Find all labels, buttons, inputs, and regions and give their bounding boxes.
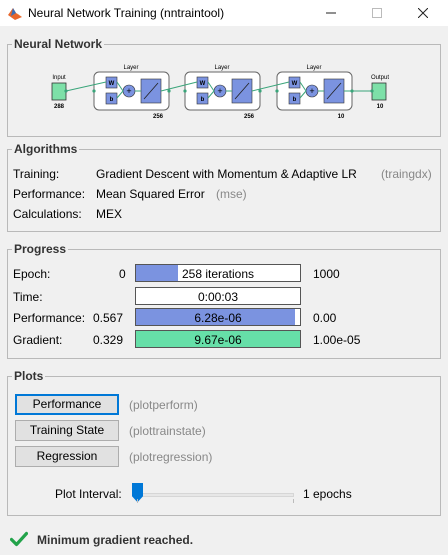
- epoch-end: 1000: [313, 267, 340, 281]
- minimize-button[interactable]: [308, 0, 354, 26]
- training-value: Gradient Descent with Momentum & Adaptiv…: [96, 167, 357, 181]
- performance-value: 6.28e-06: [194, 311, 242, 325]
- plot-training-state-code: (plottrainstate): [129, 424, 206, 438]
- performance-end: 0.00: [313, 311, 337, 325]
- plot-performance-button[interactable]: Performance: [15, 394, 119, 415]
- slider-tick: [137, 499, 138, 503]
- time-label: Time:: [13, 290, 43, 304]
- window-title: Neural Network Training (nntraintool): [28, 6, 225, 20]
- calculations-label: Calculations:: [13, 207, 82, 221]
- epoch-start: 0: [119, 267, 126, 281]
- algorithms-panel: Algorithms Training: Gradient Descent wi…: [7, 142, 441, 232]
- gradient-value: 9.67e-06: [194, 333, 242, 347]
- input-label: Input: [52, 75, 66, 81]
- weight-label: W: [200, 81, 206, 87]
- layer-label: Layer: [123, 65, 138, 71]
- output-size: 10: [377, 104, 384, 110]
- plot-training-state-button[interactable]: Training State: [15, 420, 119, 441]
- time-value: 0:00:03: [197, 290, 239, 304]
- progress-section-title: Progress: [12, 242, 69, 256]
- plot-interval-label: Plot Interval:: [55, 487, 122, 501]
- gradient-start: 0.329: [93, 333, 124, 347]
- performance-function-value: Mean Squared Error: [96, 187, 205, 201]
- performance-progress-bar: 6.28e-06: [135, 308, 301, 326]
- output-label: Output: [371, 75, 389, 81]
- performance-function-label: Performance:: [13, 187, 86, 201]
- status-message: Minimum gradient reached.: [37, 533, 194, 547]
- sum-icon: +: [217, 86, 222, 96]
- layer-label: Layer: [214, 65, 229, 71]
- maximize-icon: [372, 8, 382, 18]
- bias-label: b: [110, 97, 114, 103]
- close-icon: [418, 8, 428, 18]
- algorithms-section-title: Algorithms: [12, 142, 80, 156]
- layer-size: 10: [338, 114, 345, 120]
- title-bar: Neural Network Training (nntraintool): [0, 0, 448, 26]
- input-node: [51, 82, 67, 101]
- slider-tick: [293, 499, 294, 503]
- plot-regression-button[interactable]: Regression: [15, 446, 119, 467]
- gradient-end: 1.00e-05: [313, 333, 361, 347]
- calculations-value: MEX: [96, 207, 123, 221]
- layer-label: Layer: [306, 65, 321, 71]
- maximize-button[interactable]: [354, 0, 400, 26]
- sum-icon: +: [309, 86, 314, 96]
- bias-label: b: [293, 97, 297, 103]
- close-button[interactable]: [400, 0, 446, 26]
- epoch-progress-bar: 258 iterations: [135, 264, 301, 282]
- plot-regression-code: (plotregression): [129, 450, 213, 464]
- bias-label: b: [201, 97, 205, 103]
- neural-network-panel: Neural Network Input 288 Layer W b + 256…: [7, 37, 441, 137]
- layer-size: 256: [153, 114, 164, 120]
- weight-label: W: [109, 81, 115, 87]
- output-node: [371, 82, 387, 101]
- network-diagram: Input 288 Layer W b + 256 Layer W b + 25…: [51, 65, 389, 120]
- layer-size: 256: [244, 114, 255, 120]
- matlab-logo-icon: [8, 8, 22, 20]
- minimize-icon: [326, 12, 336, 14]
- performance-start: 0.567: [93, 311, 124, 325]
- checkmark-icon: [10, 531, 28, 547]
- plot-performance-code: (plotperform): [129, 398, 198, 412]
- epoch-label: Epoch:: [13, 267, 51, 281]
- gradient-progress-bar: 9.67e-06: [135, 330, 301, 348]
- performance-function-code: (mse): [216, 187, 247, 201]
- training-label: Training:: [13, 167, 60, 181]
- performance-label: Performance:: [13, 311, 86, 325]
- gradient-label: Gradient:: [13, 333, 63, 347]
- input-size: 288: [54, 104, 65, 110]
- plot-interval-value: 1 epochs: [303, 487, 352, 501]
- epoch-value: 258 iterations: [181, 267, 255, 281]
- training-code: (traingdx): [381, 167, 432, 181]
- progress-panel: Progress Epoch: 0 258 iterations 1000 Ti…: [7, 242, 441, 359]
- weight-label: W: [292, 81, 298, 87]
- plot-interval-slider[interactable]: [134, 493, 294, 497]
- time-field: 0:00:03: [135, 287, 301, 305]
- sum-icon: +: [126, 86, 131, 96]
- plots-section-title: Plots: [12, 369, 46, 383]
